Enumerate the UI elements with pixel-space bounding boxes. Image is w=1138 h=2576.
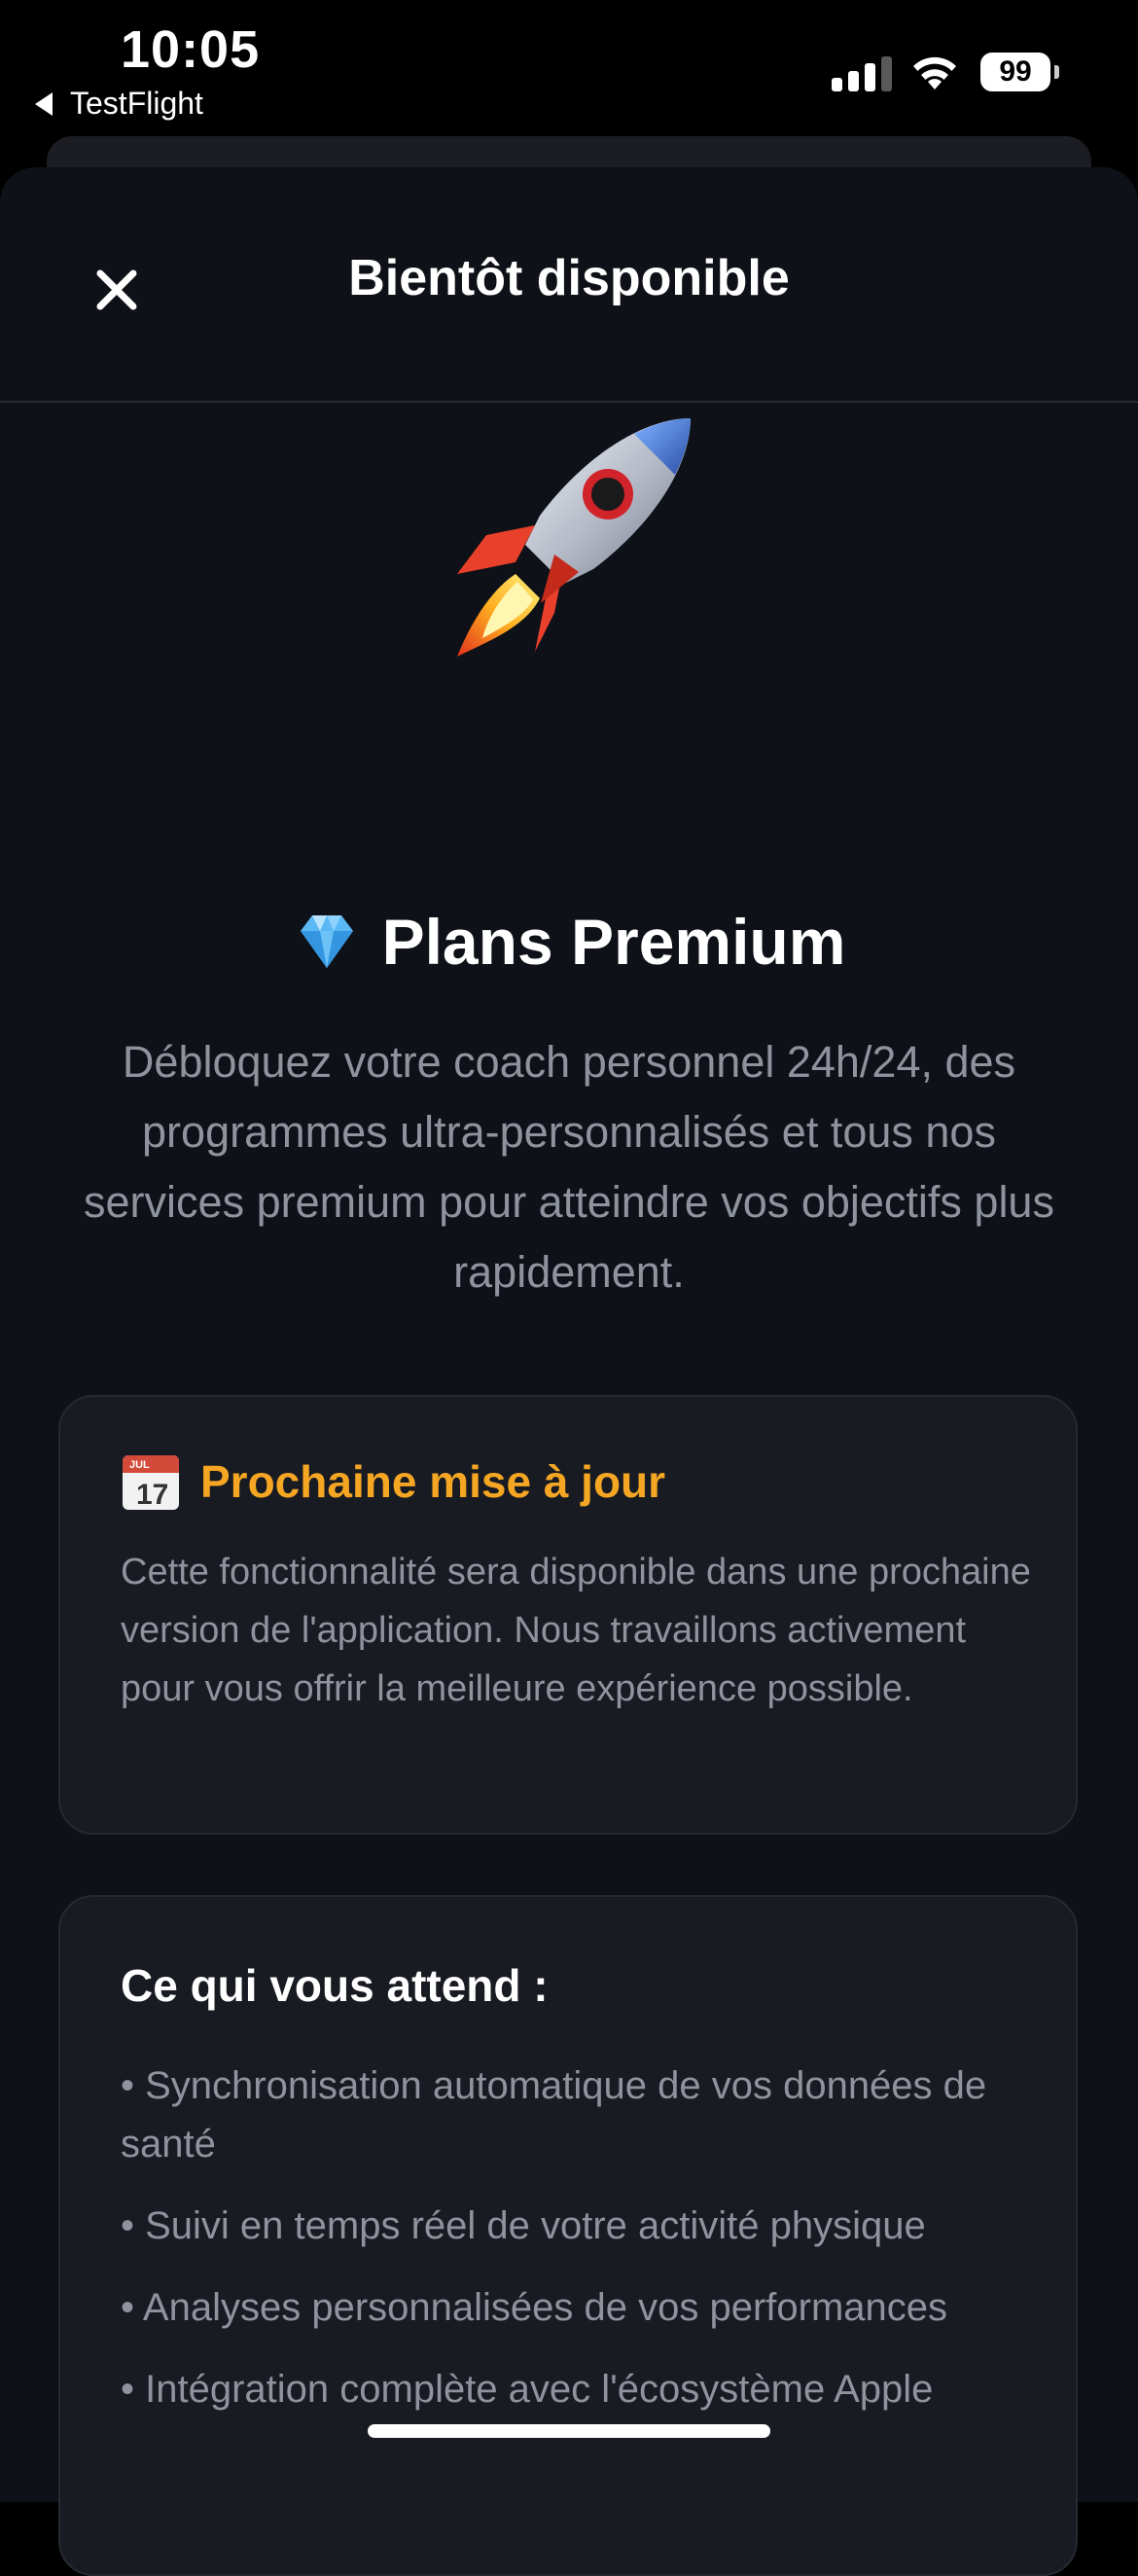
home-indicator[interactable] — [368, 2424, 770, 2438]
feature-item: • Analyses personnalisées de vos perform… — [121, 2286, 948, 2329]
features-title: Ce qui vous attend : — [121, 1960, 549, 2011]
feature-item: • Suivi en temps réel de votre activité … — [121, 2204, 926, 2247]
update-card-text: Cette fonctionnalité sera disponible dan… — [121, 1552, 1031, 1709]
rocket-icon — [457, 418, 691, 657]
feature-item: • Synchronisation automatique de vos don… — [121, 2064, 987, 2165]
back-arrow-icon — [35, 91, 53, 116]
features-card: Ce qui vous attend : • Synchronisation a… — [58, 1895, 1078, 2576]
plan-title: Plans Premium — [0, 905, 1138, 979]
battery-icon: 99 — [980, 53, 1059, 91]
back-to-testflight-link[interactable]: TestFlight — [35, 86, 203, 122]
plan-title-text: Plans Premium — [381, 906, 846, 978]
plan-description: Débloquez votre coach personnel 24h/24, … — [84, 1037, 1054, 1297]
status-time: 10:05 — [121, 20, 261, 79]
update-card: JUL 17 Prochaine mise à jour Cette fonct… — [58, 1395, 1078, 1835]
calendar-icon: JUL 17 — [123, 1455, 179, 1511]
back-app-label: TestFlight — [70, 86, 203, 121]
features-list: • Synchronisation automatique de vos don… — [121, 2057, 1035, 2442]
wifi-icon — [913, 56, 956, 89]
sheet-title: Bientôt disponible — [348, 250, 790, 306]
battery-level: 99 — [980, 53, 1050, 91]
diamond-icon — [300, 915, 353, 968]
update-card-heading: JUL 17 Prochaine mise à jour — [121, 1451, 665, 1512]
status-bar: 10:05 TestFlight 99 — [0, 0, 1138, 136]
svg-text:17: 17 — [136, 1479, 168, 1511]
feature-item: • Intégration complète avec l'écosystème… — [121, 2368, 934, 2411]
update-card-title: Prochaine mise à jour — [200, 1456, 666, 1507]
cellular-signal-icon — [832, 56, 892, 91]
sheet-header: Bientôt disponible — [0, 167, 1138, 403]
svg-text:JUL: JUL — [129, 1459, 150, 1471]
